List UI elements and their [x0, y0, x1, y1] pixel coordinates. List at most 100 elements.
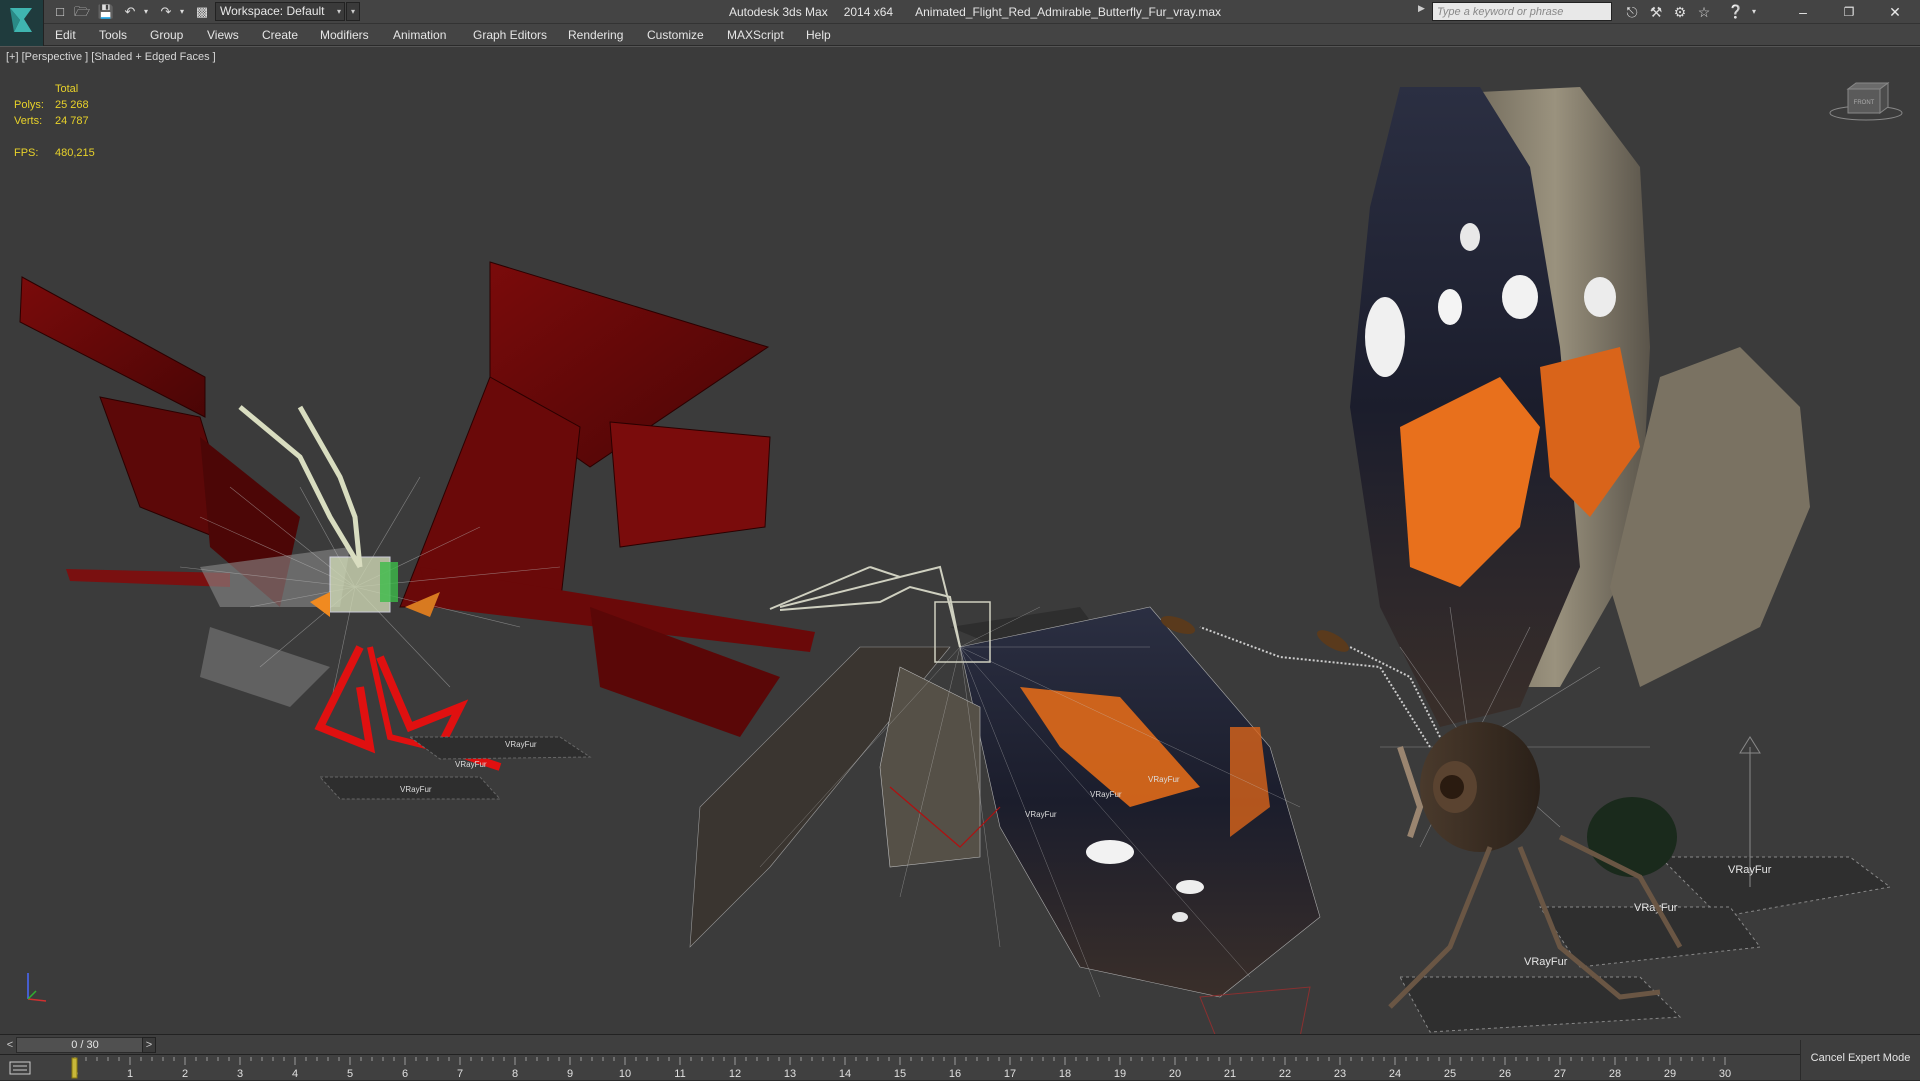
vrayfur-helper-label: VRayFur — [455, 760, 487, 769]
vrayfur-helper-label: VRayFur — [1148, 775, 1180, 784]
menu-maxscript[interactable]: MAXScript — [727, 24, 784, 46]
frame-tick-label: 30 — [1719, 1068, 1731, 1080]
frame-tick-label: 8 — [512, 1068, 518, 1080]
menu-customize[interactable]: Customize — [647, 24, 704, 46]
vrayfur-helper-label: VRayFur — [400, 785, 432, 794]
mini-curve-editor-icon[interactable] — [8, 1059, 34, 1077]
frame-tick-label: 18 — [1059, 1068, 1071, 1080]
time-slider-frame[interactable]: 0 / 30 — [16, 1035, 154, 1055]
frame-tick-label: 2 — [182, 1068, 188, 1080]
time-slider-prev-button[interactable]: < — [4, 1035, 16, 1055]
statistics-overlay: Total Polys: 25 268 Verts: 24 787 FPS: 480,… — [14, 81, 134, 161]
time-slider-next-button[interactable]: > — [142, 1037, 156, 1053]
undo-dropdown-icon[interactable]: ▾ — [136, 2, 156, 22]
help-icon[interactable]: ❔ — [1726, 2, 1746, 22]
menu-animation[interactable]: Animation — [393, 24, 446, 46]
perspective-viewport[interactable]: VRayFur VRayFur VRayFur VRayFur VRayFur … — [0, 46, 1920, 1035]
frame-tick-label: 12 — [729, 1068, 741, 1080]
vrayfur-helper-label: VRayFur — [1728, 864, 1772, 876]
frame-tick-label: 14 — [839, 1068, 851, 1080]
minimize-icon[interactable]: – — [1780, 0, 1826, 24]
frame-tick-label: 15 — [894, 1068, 906, 1080]
menu-help[interactable]: Help — [806, 24, 831, 46]
binoculars-icon[interactable]: ⎋ — [1622, 2, 1642, 22]
menu-views[interactable]: Views — [207, 24, 239, 46]
viewport-label[interactable]: [+] [Perspective ] [Shaded + Edged Faces… — [6, 51, 216, 63]
menu-group[interactable]: Group — [150, 24, 183, 46]
search-expand-icon[interactable]: ▶ — [1418, 3, 1425, 14]
frame-tick-label: 22 — [1279, 1068, 1291, 1080]
frame-tick-label: 5 — [347, 1068, 353, 1080]
frame-ruler[interactable]: 0123456789101112131415161718192021222324… — [60, 1055, 1800, 1081]
frame-tick-label: 28 — [1609, 1068, 1621, 1080]
frame-tick-label: 26 — [1499, 1068, 1511, 1080]
stats-header: Total — [55, 83, 79, 95]
current-frame-marker[interactable] — [71, 1057, 78, 1079]
fps-label: FPS: — [14, 147, 39, 159]
menu-graph-editors[interactable]: Graph Editors — [473, 24, 547, 46]
frame-tick-label: 23 — [1334, 1068, 1346, 1080]
viewcube-icon[interactable]: FRONT — [1826, 75, 1906, 125]
time-slider-bar: < 0 / 30 > — [0, 1034, 1920, 1054]
track-bar[interactable]: 0123456789101112131415161718192021222324… — [0, 1054, 1920, 1080]
app-name: Autodesk 3ds Max — [728, 5, 828, 19]
workspace-label: Workspace: Default — [220, 4, 325, 18]
close-icon[interactable]: ✕ — [1872, 0, 1918, 24]
menu-bar: Edit Tools Group Views Create Modifiers … — [44, 24, 1920, 46]
frame-tick-label: 9 — [567, 1068, 573, 1080]
menu-tools[interactable]: Tools — [99, 24, 127, 46]
vrayfur-helper-label: VRayFur — [505, 740, 537, 749]
vrayfur-helper-label: VRayFur — [1025, 810, 1057, 819]
chevron-down-icon: ▾ — [336, 7, 341, 16]
title-bar: □ 🗁 💾 ↶ ▾ ↷ ▾ ▩ Workspace: Default ▾ ▾ Au… — [0, 0, 1920, 24]
app-logo-icon — [10, 8, 32, 32]
frame-tick-label: 7 — [457, 1068, 463, 1080]
frame-tick-label: 20 — [1169, 1068, 1181, 1080]
fps-value: 480,215 — [55, 147, 95, 159]
menu-rendering[interactable]: Rendering — [568, 24, 623, 46]
app-menu-button[interactable] — [0, 0, 44, 46]
save-file-icon[interactable]: 💾 — [96, 2, 116, 22]
vrayfur-helper-label: VRayFur — [1090, 790, 1122, 799]
menu-edit[interactable]: Edit — [55, 24, 76, 46]
open-file-icon[interactable]: 🗁 — [72, 2, 92, 22]
restore-icon[interactable]: ❐ — [1826, 0, 1872, 24]
frame-tick-label: 13 — [784, 1068, 796, 1080]
help-dropdown-icon[interactable]: ▾ — [1744, 2, 1764, 22]
viewcube-face-label: FRONT — [1854, 100, 1875, 106]
subscription-icon[interactable]: ⚒ — [1646, 2, 1666, 22]
vrayfur-helper-label: VRayFur — [1524, 956, 1568, 968]
verts-label: Verts: — [14, 115, 43, 127]
favorites-star-icon[interactable]: ☆ — [1694, 2, 1714, 22]
menu-modifiers[interactable]: Modifiers — [320, 24, 369, 46]
frame-tick-label: 3 — [237, 1068, 243, 1080]
workspace-dropdown[interactable]: Workspace: Default ▾ — [215, 2, 345, 21]
cancel-expert-mode-button[interactable]: Cancel Expert Mode — [1800, 1040, 1920, 1080]
redo-dropdown-icon[interactable]: ▾ — [172, 2, 192, 22]
frame-tick-label: 6 — [402, 1068, 408, 1080]
polys-value: 25 268 — [55, 99, 89, 111]
frame-tick-label: 1 — [127, 1068, 133, 1080]
communication-icon[interactable]: ⚙ — [1670, 2, 1690, 22]
butterfly-proxy-red[interactable]: VRayFur VRayFur VRayFur — [19, 261, 815, 800]
frame-tick-label: 16 — [949, 1068, 961, 1080]
polys-label: Polys: — [14, 99, 44, 111]
search-input[interactable] — [1432, 2, 1612, 21]
project-folder-icon[interactable]: ▩ — [192, 2, 212, 22]
frame-tick-label: 24 — [1389, 1068, 1401, 1080]
frame-tick-label: 25 — [1444, 1068, 1456, 1080]
menu-create[interactable]: Create — [262, 24, 298, 46]
frame-tick-label: 19 — [1114, 1068, 1126, 1080]
app-version: 2014 x64 — [843, 5, 894, 19]
scene-canvas[interactable]: VRayFur VRayFur VRayFur VRayFur VRayFur … — [0, 47, 1920, 1035]
frame-tick-label: 27 — [1554, 1068, 1566, 1080]
workspace-options-button[interactable]: ▾ — [346, 2, 360, 21]
new-file-icon[interactable]: □ — [50, 2, 70, 22]
axis-tripod-icon — [27, 973, 47, 1002]
frame-tick-label: 17 — [1004, 1068, 1016, 1080]
frame-tick-label: 10 — [619, 1068, 631, 1080]
file-name: Animated_Flight_Red_Admirable_Butterfly_… — [915, 5, 1222, 19]
frame-tick-label: 11 — [674, 1068, 685, 1080]
frame-tick-label: 4 — [292, 1068, 298, 1080]
frame-tick-label: 29 — [1664, 1068, 1676, 1080]
